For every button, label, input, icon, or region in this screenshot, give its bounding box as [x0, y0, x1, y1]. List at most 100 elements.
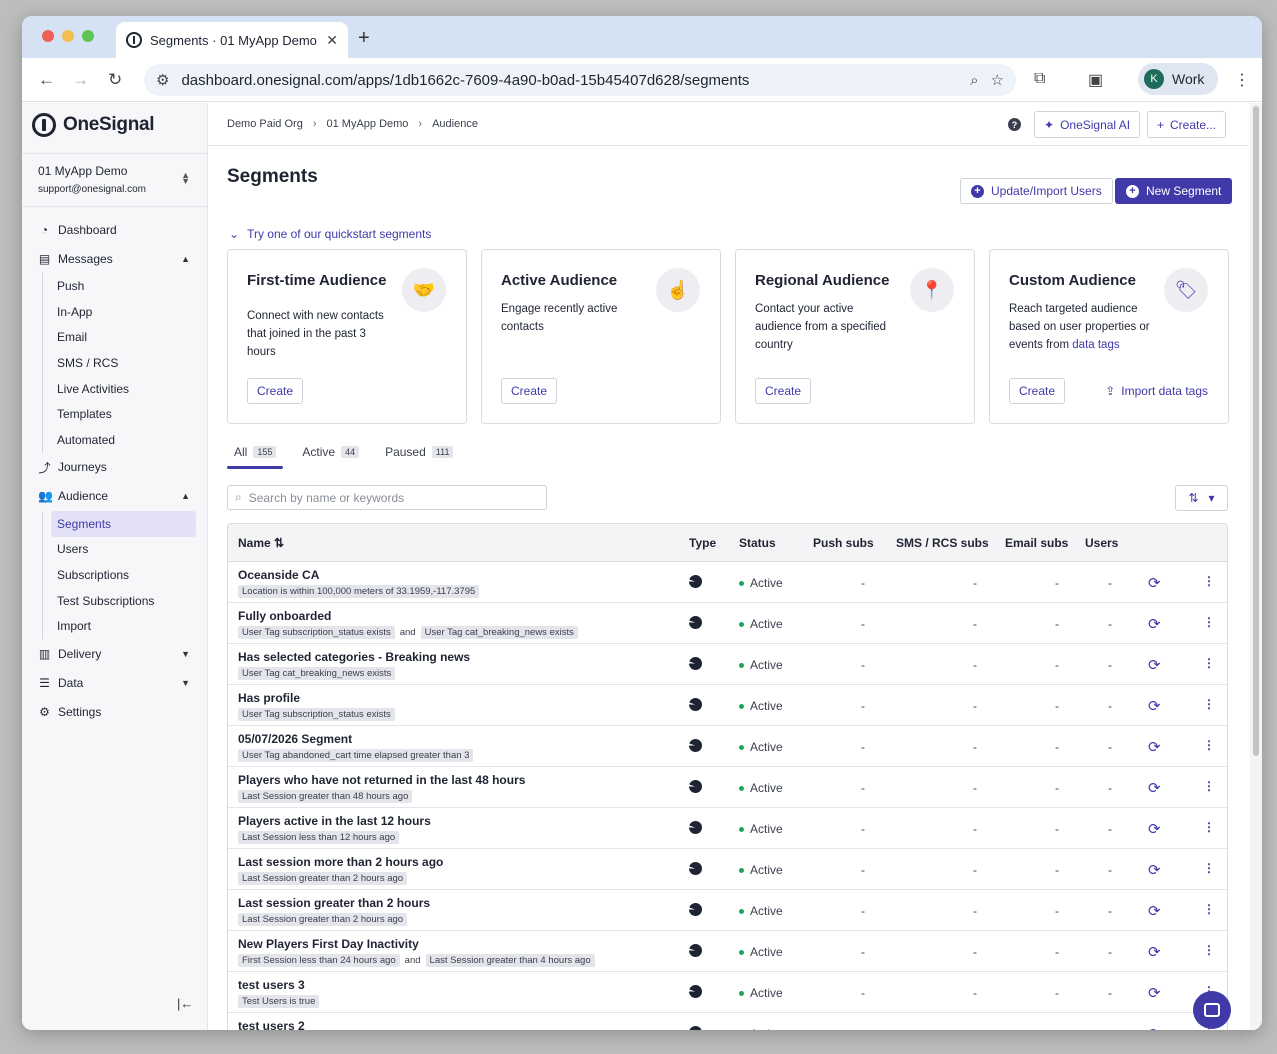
kebab-menu-icon[interactable]: ⋮: [1203, 779, 1215, 793]
table-row[interactable]: New Players First Day Inactivity First Se…: [228, 931, 1227, 972]
segment-name[interactable]: Players who have not returned in the las…: [238, 773, 525, 787]
segment-name[interactable]: test users 3: [238, 978, 305, 992]
segment-name[interactable]: Last session more than 2 hours ago: [238, 855, 443, 869]
url-text[interactable]: dashboard.onesignal.com/apps/1db1662c-76…: [181, 72, 958, 89]
table-row[interactable]: Oceanside CA Location is within 100,000 m…: [228, 562, 1227, 603]
sort-button[interactable]: ⇅ ▾: [1175, 485, 1228, 511]
sidebar-item-users[interactable]: Users: [43, 537, 208, 563]
refresh-icon[interactable]: ⟳: [1148, 1025, 1161, 1030]
scrollbar[interactable]: [1250, 103, 1262, 1030]
create-custom-button[interactable]: Create: [1009, 378, 1066, 404]
kebab-menu-icon[interactable]: ⋮: [1203, 943, 1215, 957]
data-tags-link[interactable]: data tags: [1072, 339, 1119, 351]
sidebar-item-import[interactable]: Import: [43, 614, 208, 640]
sidebar-item-subscriptions[interactable]: Subscriptions: [43, 562, 208, 588]
back-icon[interactable]: ←: [38, 70, 55, 90]
create-menu-button[interactable]: + Create...: [1147, 111, 1227, 138]
segment-name[interactable]: 05/07/2026 Segment: [238, 732, 352, 746]
tab-paused[interactable]: Paused 111: [378, 435, 460, 469]
zoom-icon[interactable]: ⌕: [970, 72, 978, 89]
segment-name[interactable]: test users 2: [238, 1019, 305, 1030]
segment-name[interactable]: Has selected categories - Breaking news: [238, 650, 470, 664]
brand-logo[interactable]: OneSignal: [32, 113, 155, 137]
close-tab-icon[interactable]: ✕: [326, 32, 338, 49]
close-window-button[interactable]: [42, 30, 54, 42]
minimize-window-button[interactable]: [62, 30, 74, 42]
refresh-icon[interactable]: ⟳: [1148, 943, 1161, 961]
collapse-sidebar-icon[interactable]: |←: [177, 996, 193, 1011]
browser-menu-icon[interactable]: ⋮: [1234, 70, 1250, 90]
refresh-icon[interactable]: ⟳: [1148, 984, 1161, 1002]
sidebar-item-data[interactable]: ☰ Data ▼: [22, 668, 208, 697]
refresh-icon[interactable]: ⟳: [1148, 574, 1161, 592]
kebab-menu-icon[interactable]: ⋮: [1203, 697, 1215, 711]
column-name[interactable]: Name ⇅: [238, 536, 284, 550]
tab-all[interactable]: All 155: [227, 435, 284, 469]
forward-icon[interactable]: →: [72, 70, 89, 90]
kebab-menu-icon[interactable]: ⋮: [1203, 861, 1215, 875]
sidebar-item-messages[interactable]: ▤ Messages ▲: [22, 244, 208, 273]
segment-name[interactable]: Last session greater than 2 hours: [238, 896, 430, 910]
table-row[interactable]: Last session greater than 2 hours Last Se…: [228, 890, 1227, 931]
create-active-button[interactable]: Create: [501, 378, 558, 404]
table-row[interactable]: Has profile User Tag subscription_status …: [228, 685, 1227, 726]
kebab-menu-icon[interactable]: ⋮: [1203, 738, 1215, 752]
maximize-window-button[interactable]: [82, 30, 94, 42]
sidebar-item-test-subscriptions[interactable]: Test Subscriptions: [43, 588, 208, 614]
create-regional-button[interactable]: Create: [755, 378, 812, 404]
tab-active[interactable]: Active 44: [295, 435, 366, 469]
refresh-icon[interactable]: ⟳: [1148, 738, 1161, 756]
refresh-icon[interactable]: ⟳: [1148, 902, 1161, 920]
create-first-time-button[interactable]: Create: [247, 378, 304, 404]
quickstart-toggle[interactable]: ⌄ Try one of our quickstart segments: [229, 227, 431, 241]
segment-name[interactable]: New Players First Day Inactivity: [238, 937, 419, 951]
scrollbar-thumb[interactable]: [1253, 106, 1259, 756]
extensions-icon[interactable]: ⧉: [1034, 70, 1045, 88]
onesignal-ai-button[interactable]: ✦ OneSignal AI: [1034, 111, 1141, 138]
breadcrumb-audience[interactable]: Audience: [432, 118, 478, 130]
refresh-icon[interactable]: ⟳: [1148, 656, 1161, 674]
sidebar-item-delivery[interactable]: ▥ Delivery ▼: [22, 639, 208, 668]
app-selector[interactable]: 01 MyApp Demo support@onesignal.com ▲ ▼: [22, 153, 208, 207]
table-row[interactable]: Players active in the last 12 hours Last …: [228, 808, 1227, 849]
kebab-menu-icon[interactable]: ⋮: [1203, 820, 1215, 834]
kebab-menu-icon[interactable]: ⋮: [1203, 902, 1215, 916]
address-bar[interactable]: ⚙ dashboard.onesignal.com/apps/1db1662c-…: [144, 64, 1016, 96]
refresh-icon[interactable]: ⟳: [1148, 697, 1161, 715]
sidebar-item-settings[interactable]: ⚙ Settings: [22, 697, 208, 726]
sidebar-item-email[interactable]: Email: [43, 324, 208, 350]
sidebar-item-audience[interactable]: 👥 Audience ▲: [22, 482, 208, 511]
search-input[interactable]: ⌕ Search by name or keywords: [227, 485, 547, 510]
bookmark-star-icon[interactable]: ☆: [991, 71, 1004, 89]
new-segment-button[interactable]: + New Segment: [1115, 178, 1233, 204]
update-import-users-button[interactable]: + Update/Import Users: [960, 178, 1113, 204]
kebab-menu-icon[interactable]: ⋮: [1203, 574, 1215, 588]
help-icon[interactable]: ?: [1008, 118, 1021, 131]
segment-name[interactable]: Oceanside CA: [238, 568, 319, 582]
sidebar-item-templates[interactable]: Templates: [43, 401, 208, 427]
table-row[interactable]: Has selected categories - Breaking news U…: [228, 644, 1227, 685]
table-row[interactable]: Last session more than 2 hours ago Last S…: [228, 849, 1227, 890]
new-tab-icon[interactable]: +: [358, 27, 370, 50]
segment-name[interactable]: Players active in the last 12 hours: [238, 814, 431, 828]
site-info-icon[interactable]: ⚙: [156, 71, 169, 89]
refresh-icon[interactable]: ⟳: [1148, 779, 1161, 797]
profile-button[interactable]: K Work: [1138, 63, 1218, 95]
table-row[interactable]: test users 3 Test Users is true Active - - - -…: [228, 972, 1227, 1013]
refresh-icon[interactable]: ⟳: [1148, 615, 1161, 633]
browser-tab[interactable]: Segments · 01 MyApp Demo | ✕: [116, 22, 348, 58]
segment-name[interactable]: Has profile: [238, 691, 300, 705]
kebab-menu-icon[interactable]: ⋮: [1203, 615, 1215, 629]
table-row[interactable]: test users 2Test Users is trueActive----…: [228, 1013, 1227, 1030]
reload-icon[interactable]: ↻: [108, 70, 122, 90]
refresh-icon[interactable]: ⟳: [1148, 820, 1161, 838]
segment-name[interactable]: Fully onboarded: [238, 609, 331, 623]
import-data-tags-button[interactable]: ⇪ Import data tags: [1105, 384, 1208, 398]
breadcrumb-app[interactable]: 01 MyApp Demo: [326, 118, 408, 130]
sidebar-item-automated[interactable]: Automated: [43, 427, 208, 453]
refresh-icon[interactable]: ⟳: [1148, 861, 1161, 879]
sidebar-item-journeys[interactable]: ⤴ Journeys: [22, 453, 208, 482]
sidebar-item-live-activities[interactable]: Live Activities: [43, 376, 208, 402]
tab-search-icon[interactable]: ▣: [1088, 70, 1103, 90]
chat-support-button[interactable]: [1193, 991, 1231, 1029]
